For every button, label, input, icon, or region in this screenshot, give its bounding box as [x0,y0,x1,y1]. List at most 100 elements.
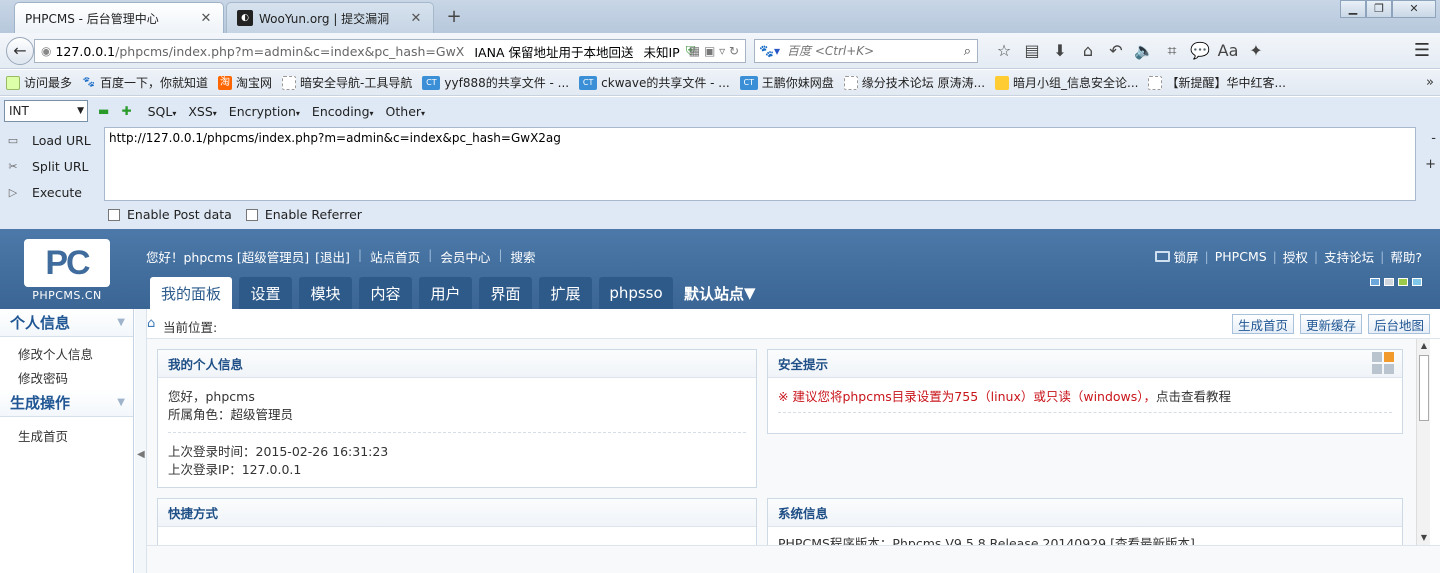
skin-cyan-icon[interactable] [1412,278,1422,286]
phpcms-logo[interactable]: PC PHPCMS.CN [20,239,114,303]
panel-title: 快捷方式 [158,499,756,527]
undo-icon[interactable]: ↶ [1102,41,1130,61]
addon-icon[interactable]: ✦ [1242,41,1270,61]
skin-blue-icon[interactable] [1370,278,1380,286]
section-generate[interactable]: 生成操作 ▼ [0,389,133,417]
bookmark-item[interactable]: 【新提醒】华中红客... [1148,74,1286,91]
url-path: /phpcms/index.php?m=admin&c=index&pc_has… [115,43,465,59]
bookmark-item[interactable]: 🐾 百度一下，你就知道 [82,74,208,91]
tab-interface[interactable]: 界面 [479,277,532,309]
tab-users[interactable]: 用户 [419,277,472,309]
bookmark-item[interactable]: 暗安全导航-工具导航 [282,74,412,91]
sidebar-item-change-password[interactable]: 修改密码 [0,365,133,389]
search-link[interactable]: 搜索 [511,247,536,266]
hackbar-buttons: ▭ Load URL ✂ Split URL ▷ Execute [4,127,100,205]
menu-sql[interactable]: SQL▾ [148,104,177,119]
layout-grid-icon[interactable] [1372,350,1396,374]
site-home-link[interactable]: 站点首页 [370,247,420,266]
plus-minus-icon[interactable]: ▬ ✚ [98,104,136,118]
bookmark-item[interactable]: CT yyf888的共享文件 - ... [422,74,569,91]
window-close-icon[interactable]: ✕ [1392,0,1436,18]
tab-phpsso[interactable]: phpsso [599,277,673,309]
type-select[interactable]: INT ▼ [4,100,88,122]
chevron-left-icon: ◀ [137,449,145,460]
navigation-bar: ← ◉ 127.0.0.1/phpcms/index.php?m=admin&c… [0,33,1440,69]
execute-button[interactable]: ▷ Execute [4,179,100,205]
menu-encoding[interactable]: Encoding▾ [312,104,374,119]
tab-label: WooYun.org | 提交漏洞 [259,11,390,26]
skin-green-icon[interactable] [1398,278,1408,286]
split-url-button[interactable]: ✂ Split URL [4,153,100,179]
content-scrollbar[interactable]: ▲ ▼ [1416,339,1430,545]
sidebar-toggle[interactable]: ◀ [135,309,147,573]
url-bar[interactable]: ◉ 127.0.0.1/phpcms/index.php?m=admin&c=i… [34,39,746,63]
sidebar-item-edit-profile[interactable]: 修改个人信息 [0,341,133,365]
scroll-down-icon[interactable]: ▼ [1417,531,1431,545]
new-tab-button[interactable]: + [444,6,464,27]
tab-phpcms[interactable]: PHPCMS - 后台管理中心 ✕ [14,2,224,33]
tab-settings[interactable]: 设置 [239,277,292,309]
crop-icon[interactable]: ⌗ [1158,41,1186,61]
tutorial-link[interactable]: 点击查看教程 [1156,389,1231,404]
site-map-button[interactable]: 后台地图 [1367,314,1430,334]
hamburger-menu-icon[interactable]: ☰ [1414,40,1430,61]
search-bar[interactable]: 🐾▾ ⌕ [754,39,978,63]
enable-referrer-checkbox[interactable]: Enable Referrer [245,207,362,222]
font-icon[interactable]: Aa [1214,41,1242,61]
minimize-icon[interactable]: ▁ [1340,0,1366,18]
shrink-icon[interactable]: - [1431,131,1436,146]
reading-list-icon[interactable]: ▤ [1018,41,1046,61]
search-input[interactable] [787,44,957,58]
main-content: 我的个人信息 您好，phpcms 所属角色：超级管理员 上次登录时间：2015-… [147,339,1427,545]
tab-extensions[interactable]: 扩展 [539,277,592,309]
bookmark-star-icon[interactable]: ☆ [990,41,1018,61]
chat-icon[interactable]: 💬 [1186,41,1214,61]
logout-link[interactable]: [退出] [315,247,350,266]
speaker-icon[interactable]: 🔈 [1130,41,1158,61]
tab-modules[interactable]: 模块 [299,277,352,309]
phpcms-link[interactable]: PHPCMS [1215,249,1267,264]
scroll-thumb[interactable] [1419,355,1429,421]
hackbar: INT ▼ ▬ ✚ SQL▾ XSS▾ Encryption▾ Encoding▾… [0,97,1440,229]
generate-home-button[interactable]: 生成首页 [1231,314,1294,334]
tab-wooyun[interactable]: ◐ WooYun.org | 提交漏洞 ✕ [226,2,434,33]
close-icon[interactable]: ✕ [409,11,423,26]
enable-post-checkbox[interactable]: Enable Post data [108,207,232,222]
member-center-link[interactable]: 会员中心 [440,247,490,266]
reload-icon[interactable]: ▦ ▣ ▿ ↻ [689,44,739,58]
search-icon[interactable]: ⌕ [964,44,971,59]
menu-encryption[interactable]: Encryption▾ [229,104,300,119]
system-info-panel: 系统信息 PHPCMS程序版本：Phpcms V9.5.8 Release 20… [767,498,1403,545]
lock-screen-link[interactable]: 锁屏 [1174,247,1199,266]
license-link[interactable]: 授权 [1283,247,1308,266]
back-arrow-icon[interactable]: ← [6,37,34,65]
load-url-button[interactable]: ▭ Load URL [4,127,100,153]
tab-content[interactable]: 内容 [359,277,412,309]
bottom-strip [147,545,1440,573]
close-icon[interactable]: ✕ [199,11,213,26]
home-icon[interactable]: ⌂ [1074,41,1102,61]
menu-xss[interactable]: XSS▾ [188,104,216,119]
menu-other[interactable]: Other▾ [386,104,426,119]
site-selector[interactable]: 默认站点 ▼ [680,277,760,309]
maximize-icon[interactable]: ❐ [1366,0,1392,18]
url-textarea[interactable]: http://127.0.0.1/phpcms/index.php?m=admi… [104,127,1416,201]
bookmark-item[interactable]: 访问最多 [6,74,72,91]
scroll-up-icon[interactable]: ▲ [1417,339,1431,353]
bookmark-item[interactable]: CT ckwave的共享文件 - ... [579,74,730,91]
update-cache-button[interactable]: 更新缓存 [1299,314,1362,334]
baidu-engine-icon[interactable]: 🐾▾ [759,44,787,58]
tab-my-panel[interactable]: 我的面板 [150,277,232,309]
expand-icon[interactable]: + [1425,157,1436,172]
bookmark-item[interactable]: 缘分技术论坛 原涛涛... [843,74,985,91]
sidebar-item-generate-home[interactable]: 生成首页 [0,423,133,447]
bookmark-item[interactable]: 淘淘宝网 [218,74,272,91]
skin-gray-icon[interactable] [1384,278,1394,286]
bookmark-item[interactable]: 暗月小组_信息安全论... [995,74,1138,91]
section-personal-info[interactable]: 个人信息 ▼ [0,309,133,337]
chevron-right-icon[interactable]: » [1426,75,1434,90]
bookmark-item[interactable]: CT 王鹏你妹网盘 [739,74,834,91]
forum-link[interactable]: 支持论坛 [1324,247,1374,266]
download-icon[interactable]: ⬇ [1046,41,1074,61]
help-link[interactable]: 帮助? [1390,247,1422,266]
